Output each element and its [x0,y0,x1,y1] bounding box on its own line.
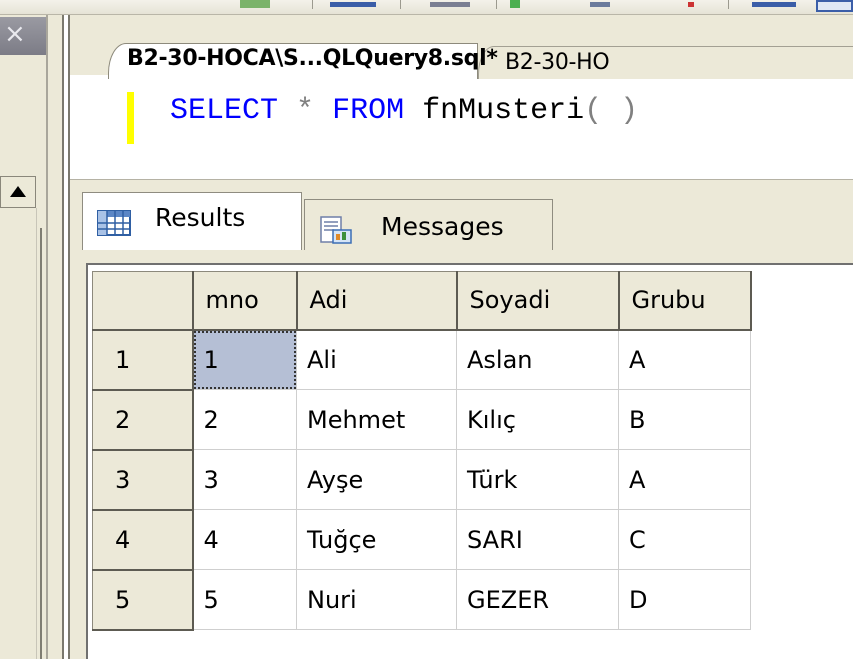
toolbar-icon[interactable] [240,0,270,8]
toolbar-icon[interactable] [330,2,376,7]
document-tab-2[interactable]: B2-30-HO [478,46,853,79]
grid-cell[interactable]: Türk [456,449,619,510]
table-row: 5 5 Nuri GEZER D [92,569,751,631]
grid-cell[interactable]: 4 [192,509,297,570]
toolbar-icon[interactable] [816,0,853,12]
code-line[interactable]: SELECT * FROM fnMusteri( ) [170,93,638,129]
column-header-mno[interactable]: mno [192,271,298,331]
grid-cell[interactable]: A [618,329,751,390]
tab-messages-label: Messages [381,212,504,241]
column-header-adi[interactable]: Adi [296,271,458,331]
results-grid: mno Adi Soyadi Grubu 1 1 Ali Aslan A 2 2… [92,271,752,631]
sql-function-name: fnMusteri [422,94,585,128]
arrow-up-icon [10,186,26,197]
row-number-cell[interactable]: 5 [92,569,194,631]
changed-line-marker [127,92,134,144]
toolbar-separator [728,0,729,9]
tab-results[interactable]: Results [82,192,302,250]
grid-header-row: mno Adi Soyadi Grubu [92,271,752,331]
grid-cell[interactable]: SARI [456,509,619,570]
grid-cell[interactable]: 1 [192,329,297,390]
column-header-grubu[interactable]: Grubu [618,271,752,331]
sql-keyword-from: FROM [332,94,405,128]
grid-cell[interactable]: Tuğçe [296,509,457,570]
table-row: 3 3 Ayşe Türk A [92,449,751,511]
query-editor[interactable]: SELECT * FROM fnMusteri( ) [70,79,853,179]
results-grid-container: mno Adi Soyadi Grubu 1 1 Ali Aslan A 2 2… [86,263,853,659]
table-row: 2 2 Mehmet Kılıç B [92,389,751,451]
close-icon[interactable]: × [4,19,34,49]
row-number-cell[interactable]: 1 [92,329,194,391]
row-number-cell[interactable]: 4 [92,509,194,571]
toolbar-separator [400,0,401,9]
table-row: 4 4 Tuğçe SARI C [92,509,751,571]
panel-header: × [0,17,46,55]
grid-cell[interactable]: 3 [192,449,297,510]
row-number-cell[interactable]: 2 [92,389,194,451]
toolbar-icon[interactable] [510,0,520,8]
document-tab-1[interactable]: B2-30-HOCA\S...QLQuery8.sql* [108,43,498,79]
grid-cell[interactable]: Ali [296,329,457,390]
scrollbar-track[interactable] [0,208,37,659]
grid-cell[interactable]: 2 [192,389,297,450]
tab-results-label: Results [155,203,246,232]
column-header-soyadi[interactable]: Soyadi [456,271,620,331]
results-pane: Messages Results mno Adi Soyadi Grubu 1 … [70,185,853,659]
grid-cell[interactable]: A [618,449,751,510]
sql-parens: ( ) [584,94,639,128]
grid-cell[interactable]: GEZER [456,569,619,630]
row-number-cell[interactable]: 3 [92,449,194,511]
grid-cell[interactable]: Nuri [296,569,457,630]
window-border [62,15,64,659]
grid-cell[interactable]: Ayşe [296,449,457,510]
toolbar [0,0,853,15]
tab-messages[interactable]: Messages [304,199,553,250]
grid-cell[interactable]: Mehmet [296,389,457,450]
grid-icon [97,210,131,236]
toolbar-icon[interactable] [430,2,470,7]
document-tab-label: B2-30-HOCA\S...QLQuery8.sql* [127,46,498,71]
sql-star: * [296,94,315,128]
document-tab-label: B2-30-HO [505,50,610,75]
grid-cell[interactable]: B [618,389,751,450]
grid-corner-cell[interactable] [92,271,194,331]
ssms-window: × B2-30-HO B2-30-HOCA\S...QLQuery8.sql* … [0,0,853,659]
toolbar-icon[interactable] [590,2,610,7]
sql-keyword-select: SELECT [170,94,279,128]
table-row: 1 1 Ali Aslan A [92,329,751,391]
messages-icon [320,216,352,244]
grid-cell[interactable]: 5 [192,569,297,630]
grid-cell[interactable]: C [618,509,751,570]
toolbar-icon[interactable] [688,2,694,7]
grid-cell[interactable]: Aslan [456,329,619,390]
panel-edge [40,228,42,659]
grid-cell[interactable]: Kılıç [456,389,619,450]
toolbar-icon[interactable] [752,2,796,7]
scroll-up-button[interactable] [0,176,36,208]
toolbar-separator [496,0,497,9]
toolbar-separator [312,0,313,9]
panel-divider [46,15,48,659]
grid-cell[interactable]: D [618,569,751,630]
